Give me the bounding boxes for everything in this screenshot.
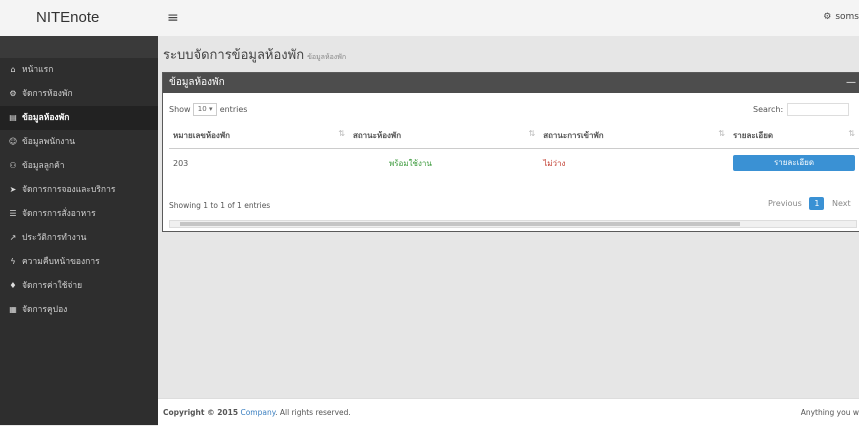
document-icon: ▤ [9,113,17,122]
sort-icon: ⇅ [848,129,855,138]
table-icon: ▦ [9,305,17,314]
send-icon: ➤ [9,185,17,194]
col-stay-status-label: สถานะการเข้าพัก [543,131,604,140]
sidebar-item-label: ประวัติการทำงาน [22,233,87,243]
search-input[interactable] [787,103,850,116]
users-icon: ⚇ [9,161,17,170]
entries-select[interactable]: 10 ▾ [193,103,218,116]
top-navbar: NITEnote ≡ ⚙ soms [0,0,859,37]
col-room-number[interactable]: หมายเลขห้องพัก ⇅ [169,123,349,149]
hamburger-menu-icon[interactable]: ≡ [167,10,179,26]
company-link[interactable]: Company [240,408,275,417]
gear-icon: ⚙ [823,12,832,22]
sort-icon: ⇅ [718,129,725,138]
main-content: ระบบจัดการข้อมูลห้องพัก ข้อมูลห้องพัก ข้อ… [158,36,859,425]
search-label: Search: [753,105,784,114]
pagination: Previous 1 Next [763,197,856,210]
entries-select-value: 10 [197,105,207,113]
user-name: soms [835,12,859,22]
sidebar-item-9[interactable]: ♦ จัดการค่าใช้จ่าย [0,274,158,298]
entries-label: entries [219,105,248,114]
brand: NITEnote [0,0,158,36]
sidebar-item-label: จัดการห้องพัก [22,89,73,99]
sidebar-item-label: หน้าแรก [22,65,54,75]
sidebar-item-10[interactable]: ▦ จัดการคูปอง [0,298,158,322]
page-subtitle: ข้อมูลห้องพัก [307,53,347,61]
sort-icon: ⇅ [528,129,536,138]
room-table: หมายเลขห้องพัก ⇅ สถานะห้องพัก ⇅ สถานะการเข… [169,123,859,177]
sidebar-item-label: จัดการการสั่งอาหาร [22,209,96,219]
page-1-button[interactable]: 1 [809,197,825,210]
col-detail-label: รายละเอียด [733,131,774,140]
sidebar-search-area [0,36,158,58]
col-detail[interactable]: รายละเอียด ⇅ [729,123,859,149]
sidebar-item-label: ข้อมูลลูกค้า [22,161,65,171]
col-room-status[interactable]: สถานะห้องพัก ⇅ [348,123,540,149]
page-title: ระบบจัดการข้อมูลห้องพัก ข้อมูลห้องพัก [163,44,346,65]
sidebar-item-4[interactable]: ⚇ ข้อมูลลูกค้า [0,154,158,178]
room-number-cell: 203 [173,158,189,168]
tag-icon: ♦ [9,281,17,290]
detail-button[interactable]: รายละเอียด [733,155,855,171]
table-info: Showing 1 to 1 of 1 entries [169,201,271,210]
next-page-button[interactable]: Next [827,197,856,210]
list-icon: ☰ [9,209,17,218]
sidebar-item-label: ข้อมูลห้องพัก [22,113,70,123]
brand-name[interactable]: NITEnote [36,9,99,26]
panel-header: ข้อมูลห้องพัก — [163,73,859,93]
sidebar-item-2[interactable]: ▤ ข้อมูลห้องพัก [0,106,158,130]
sidebar-item-6[interactable]: ☰ จัดการการสั่งอาหาร [0,202,158,226]
user-icon: ☺ [8,137,18,146]
table-header-row: หมายเลขห้องพัก ⇅ สถานะห้องพัก ⇅ สถานะการเข… [169,123,859,149]
sidebar-item-8[interactable]: ϟ ความคืบหน้าของการ [0,250,158,274]
gear-icon: ⚙ [9,89,17,98]
show-label: Show [169,105,191,114]
previous-page-button[interactable]: Previous [763,197,807,210]
rights-text: . All rights reserved. [275,408,351,417]
sidebar: ⌂ หน้าแรก ⚙ จัดการห้องพัก ▤ ข้อมูลห้องพัก ☺ ข้อ… [0,36,158,425]
sidebar-item-5[interactable]: ➤ จัดการการจองและบริการ [0,178,158,202]
home-icon: ⌂ [10,65,16,74]
detail-cell: รายละเอียด [729,149,859,178]
chart-icon: ↗ [9,233,17,242]
sidebar-item-label: จัดการค่าใช้จ่าย [22,281,83,291]
entries-length: Show 10 ▾ entries [169,103,247,116]
sidebar-item-label: ข้อมูลพนักงาน [22,137,76,147]
col-room-status-label: สถานะห้องพัก [352,131,402,140]
sidebar-item-0[interactable]: ⌂ หน้าแรก [0,58,158,82]
sidebar-item-label: จัดการการจองและบริการ [22,185,116,195]
table-search: Search: [753,103,850,116]
sort-icon: ⇅ [338,129,345,138]
sidebar-item-7[interactable]: ↗ ประวัติการทำงาน [0,226,158,250]
col-stay-status[interactable]: สถานะการเข้าพัก ⇅ [539,123,729,149]
stay-status-cell: ไม่ว่าง [543,158,566,168]
footer: Copyright © 2015 Company. All rights res… [158,398,859,426]
panel-title: ข้อมูลห้องพัก [169,77,225,88]
bolt-icon: ϟ [10,257,16,266]
page-title-text: ระบบจัดการข้อมูลห้องพัก [163,48,305,63]
sidebar-item-label: ความคืบหน้าของการ [22,257,100,267]
room-data-panel: ข้อมูลห้องพัก — Show 10 ▾ entries Search… [162,72,859,232]
sidebar-item-label: จัดการคูปอง [22,305,68,315]
footer-right-text: Anything you w [800,408,859,417]
sidebar-item-3[interactable]: ☺ ข้อมูลพนักงาน [0,130,158,154]
footer-copyright: Copyright © 2015 Company. All rights res… [163,408,351,417]
room-status-cell: พร้อมใช้งาน [388,158,432,168]
copyright-text: Copyright © 2015 [163,408,239,417]
user-menu[interactable]: ⚙ soms [823,12,859,22]
scrollbar-thumb[interactable] [180,222,740,226]
table-row: 203 พร้อมใช้งาน ไม่ว่าง รายละเอียด [169,149,859,178]
horizontal-scrollbar[interactable] [169,220,857,228]
sidebar-item-1[interactable]: ⚙ จัดการห้องพัก [0,82,158,106]
minimize-icon[interactable]: — [846,73,856,93]
col-room-number-label: หมายเลขห้องพัก [173,131,230,140]
